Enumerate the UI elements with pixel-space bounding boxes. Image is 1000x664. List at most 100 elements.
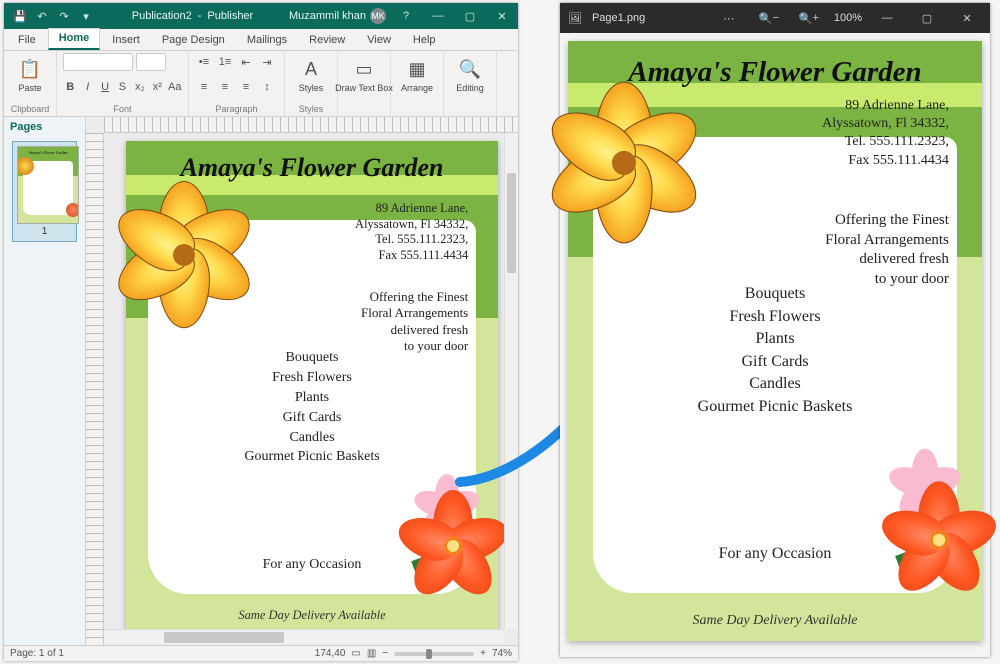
tab-file[interactable]: File (8, 31, 46, 50)
ribbon-group-paragraph: •≡ 1≡ ⇤ ⇥ ≡ ≡ ≡ ↕ Paragraph (189, 51, 285, 116)
ribbon-group-styles: A Styles Styles (285, 51, 338, 116)
document-name: Publication2 (132, 10, 192, 22)
view-single-icon[interactable]: ▭ (351, 648, 360, 659)
user-area[interactable]: Muzammil khan MK (289, 8, 390, 24)
ruler-vertical (86, 133, 104, 645)
flyer-tagline: Offering the Finest Floral Arrangements … (825, 211, 949, 289)
align-right-button[interactable]: ≡ (237, 78, 255, 96)
page-thumb-number: 1 (17, 224, 72, 237)
strike-button[interactable]: S (115, 78, 129, 96)
canvas-area[interactable]: Amaya's Flower Garden 89 Adrienne Lane, … (86, 117, 518, 645)
window-title: Publication2 - Publisher (96, 10, 289, 22)
bold-button[interactable]: B (63, 78, 77, 96)
line-spacing-button[interactable]: ↕ (258, 78, 276, 96)
zoom-out-button[interactable]: 🔍− (754, 3, 784, 33)
indent-inc-button[interactable]: ⇥ (258, 53, 276, 71)
zoom-slider[interactable] (394, 652, 474, 656)
red-flower-icon (388, 481, 518, 611)
menu-tabs: File Home Insert Page Design Mailings Re… (4, 29, 518, 51)
more-button[interactable]: ⋯ (714, 3, 744, 33)
align-left-button[interactable]: ≡ (195, 78, 213, 96)
ribbon: 📋 Paste Clipboard B I U S x₂ x² Aa Font (4, 51, 518, 117)
flyer-sameday: Same Day Delivery Available (568, 613, 982, 629)
textbox-icon: ▭ (352, 57, 376, 81)
viewer-close-button[interactable]: ✕ (952, 3, 982, 33)
undo-button[interactable]: ↶ (32, 6, 52, 26)
maximize-button[interactable]: ▢ (454, 3, 486, 29)
exported-image: Amaya's Flower Garden 89 Adrienne Lane, … (568, 41, 982, 641)
ribbon-group-font: B I U S x₂ x² Aa Font (57, 51, 189, 116)
pages-panel: Pages Amaya's Flower Garden 1 (4, 117, 86, 645)
app-name: Publisher (207, 10, 253, 22)
status-position: 174,40 (315, 648, 346, 659)
group-label-clipboard: Clipboard (10, 102, 50, 114)
close-button[interactable]: ✕ (486, 3, 518, 29)
status-bar: Page: 1 of 1 174,40 ▭ ▥ − + 74% (4, 645, 518, 661)
viewer-minimize-button[interactable]: — (872, 3, 902, 33)
save-button[interactable]: 💾 (10, 6, 30, 26)
zoom-in-button[interactable]: 🔍+ (794, 3, 824, 33)
arrange-button[interactable]: ▦ Arrange (397, 53, 437, 97)
tab-insert[interactable]: Insert (102, 31, 150, 50)
group-label-font: Font (63, 102, 182, 114)
clear-format-button[interactable]: Aa (168, 78, 182, 96)
find-icon: 🔍 (458, 57, 482, 81)
viewer-titlebar: 🖼 Page1.png ⋯ 🔍− 🔍+ 100% — ▢ ✕ (560, 3, 990, 33)
ruler-horizontal (104, 117, 518, 133)
align-center-button[interactable]: ≡ (216, 78, 234, 96)
viewer-body[interactable]: Amaya's Flower Garden 89 Adrienne Lane, … (560, 33, 990, 657)
ribbon-group-clipboard: 📋 Paste Clipboard (4, 51, 57, 116)
publisher-titlebar: 💾 ↶ ↷ ▾ Publication2 - Publisher Muzammi… (4, 3, 518, 29)
image-icon: 🖼 (568, 12, 582, 25)
quick-access-toolbar: 💾 ↶ ↷ ▾ (4, 6, 96, 26)
ribbon-group-editing: 🔍 Editing (444, 51, 497, 116)
zoom-in-button[interactable]: + (480, 648, 486, 659)
scrollbar-horizontal[interactable] (104, 629, 504, 645)
paste-button[interactable]: 📋 Paste (10, 53, 50, 97)
flyer-items: Bouquets Fresh Flowers Plants Gift Cards… (126, 349, 498, 468)
page-thumbnail[interactable]: Amaya's Flower Garden 1 (12, 141, 77, 242)
group-label-paragraph: Paragraph (195, 102, 278, 114)
superscript-button[interactable]: x² (150, 78, 164, 96)
font-size-dropdown[interactable] (136, 53, 166, 71)
publisher-window: 💾 ↶ ↷ ▾ Publication2 - Publisher Muzammi… (4, 3, 518, 661)
redo-button[interactable]: ↷ (54, 6, 74, 26)
bullet-list-button[interactable]: •≡ (195, 53, 213, 71)
zoom-value[interactable]: 74% (492, 648, 512, 659)
styles-button[interactable]: A Styles (291, 53, 331, 97)
viewer-maximize-button[interactable]: ▢ (912, 3, 942, 33)
tab-view[interactable]: View (357, 31, 401, 50)
tab-help[interactable]: Help (403, 31, 446, 50)
lily-flower-icon (114, 185, 254, 325)
tab-review[interactable]: Review (299, 31, 355, 50)
tab-mailings[interactable]: Mailings (237, 31, 297, 50)
tab-home[interactable]: Home (48, 28, 101, 50)
workspace: Pages Amaya's Flower Garden 1 (4, 117, 518, 645)
flyer-tagline: Offering the Finest Floral Arrangements … (361, 289, 468, 354)
flyer-address: 89 Adrienne Lane, Alyssatown, Fl 34332, … (822, 97, 949, 170)
group-label-styles: Styles (291, 102, 331, 114)
red-flower-icon (871, 472, 1000, 609)
status-page: Page: 1 of 1 (10, 648, 64, 659)
quick-more-button[interactable]: ▾ (76, 6, 96, 26)
zoom-out-button[interactable]: − (382, 648, 388, 659)
minimize-button[interactable]: — (422, 3, 454, 29)
font-family-dropdown[interactable] (63, 53, 133, 71)
draw-textbox-button[interactable]: ▭ Draw Text Box (344, 53, 384, 97)
number-list-button[interactable]: 1≡ (216, 53, 234, 71)
view-spread-icon[interactable]: ▥ (367, 648, 376, 659)
flyer-items: Bouquets Fresh Flowers Plants Gift Cards… (568, 283, 982, 419)
scrollbar-vertical[interactable] (504, 133, 518, 629)
document-page[interactable]: Amaya's Flower Garden 89 Adrienne Lane, … (126, 141, 498, 633)
subscript-button[interactable]: x₂ (133, 78, 147, 96)
underline-button[interactable]: U (98, 78, 112, 96)
tab-page-design[interactable]: Page Design (152, 31, 235, 50)
editing-button[interactable]: 🔍 Editing (450, 53, 490, 97)
indent-dec-button[interactable]: ⇤ (237, 53, 255, 71)
lily-flower-icon (547, 86, 701, 240)
help-button[interactable]: ? (390, 3, 422, 29)
italic-button[interactable]: I (80, 78, 94, 96)
paste-icon: 📋 (18, 57, 42, 81)
ribbon-group-objects: ▭ Draw Text Box Objects (338, 51, 391, 116)
styles-icon: A (299, 57, 323, 81)
